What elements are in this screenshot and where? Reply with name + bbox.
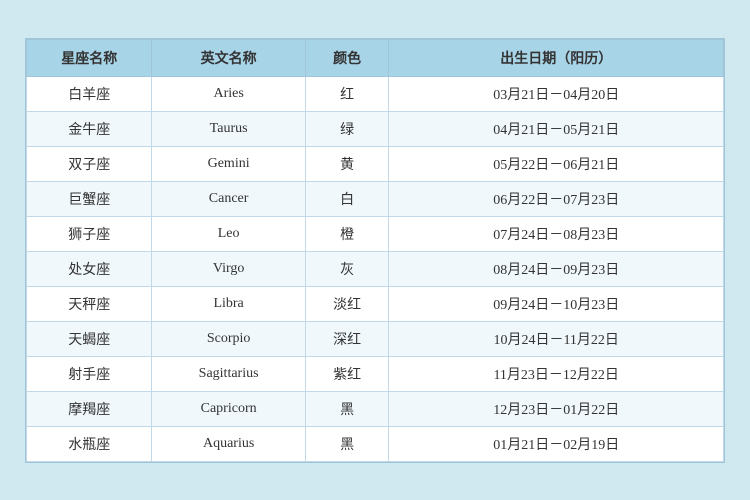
cell-color: 黑 — [305, 391, 389, 426]
table-row: 双子座Gemini黄05月22日－06月21日 — [27, 146, 724, 181]
cell-date: 01月21日－02月19日 — [389, 426, 724, 461]
cell-color: 黑 — [305, 426, 389, 461]
cell-english: Cancer — [152, 181, 305, 216]
cell-color: 紫红 — [305, 356, 389, 391]
cell-english: Libra — [152, 286, 305, 321]
cell-color: 灰 — [305, 251, 389, 286]
table-row: 巨蟹座Cancer白06月22日－07月23日 — [27, 181, 724, 216]
header-date: 出生日期（阳历） — [389, 39, 724, 76]
cell-date: 07月24日－08月23日 — [389, 216, 724, 251]
cell-english: Taurus — [152, 111, 305, 146]
cell-color: 淡红 — [305, 286, 389, 321]
cell-english: Leo — [152, 216, 305, 251]
table-row: 天蝎座Scorpio深红10月24日－11月22日 — [27, 321, 724, 356]
cell-chinese: 双子座 — [27, 146, 152, 181]
header-english: 英文名称 — [152, 39, 305, 76]
cell-color: 橙 — [305, 216, 389, 251]
table-row: 射手座Sagittarius紫红11月23日－12月22日 — [27, 356, 724, 391]
table-row: 金牛座Taurus绿04月21日－05月21日 — [27, 111, 724, 146]
table-row: 摩羯座Capricorn黑12月23日－01月22日 — [27, 391, 724, 426]
cell-color: 红 — [305, 76, 389, 111]
table-row: 狮子座Leo橙07月24日－08月23日 — [27, 216, 724, 251]
cell-date: 03月21日－04月20日 — [389, 76, 724, 111]
table-row: 处女座Virgo灰08月24日－09月23日 — [27, 251, 724, 286]
cell-chinese: 天秤座 — [27, 286, 152, 321]
cell-english: Aquarius — [152, 426, 305, 461]
cell-date: 10月24日－11月22日 — [389, 321, 724, 356]
cell-date: 09月24日－10月23日 — [389, 286, 724, 321]
table-row: 水瓶座Aquarius黑01月21日－02月19日 — [27, 426, 724, 461]
cell-date: 05月22日－06月21日 — [389, 146, 724, 181]
cell-english: Virgo — [152, 251, 305, 286]
cell-chinese: 摩羯座 — [27, 391, 152, 426]
cell-chinese: 射手座 — [27, 356, 152, 391]
cell-english: Sagittarius — [152, 356, 305, 391]
cell-color: 深红 — [305, 321, 389, 356]
cell-chinese: 处女座 — [27, 251, 152, 286]
cell-english: Capricorn — [152, 391, 305, 426]
cell-english: Aries — [152, 76, 305, 111]
cell-chinese: 水瓶座 — [27, 426, 152, 461]
table-body: 白羊座Aries红03月21日－04月20日金牛座Taurus绿04月21日－0… — [27, 76, 724, 461]
cell-date: 11月23日－12月22日 — [389, 356, 724, 391]
zodiac-table-container: 星座名称 英文名称 颜色 出生日期（阳历） 白羊座Aries红03月21日－04… — [25, 38, 725, 463]
cell-color: 白 — [305, 181, 389, 216]
cell-chinese: 巨蟹座 — [27, 181, 152, 216]
cell-date: 08月24日－09月23日 — [389, 251, 724, 286]
table-row: 白羊座Aries红03月21日－04月20日 — [27, 76, 724, 111]
cell-chinese: 天蝎座 — [27, 321, 152, 356]
table-header-row: 星座名称 英文名称 颜色 出生日期（阳历） — [27, 39, 724, 76]
cell-chinese: 金牛座 — [27, 111, 152, 146]
cell-date: 04月21日－05月21日 — [389, 111, 724, 146]
zodiac-table: 星座名称 英文名称 颜色 出生日期（阳历） 白羊座Aries红03月21日－04… — [26, 39, 724, 462]
cell-date: 06月22日－07月23日 — [389, 181, 724, 216]
cell-chinese: 狮子座 — [27, 216, 152, 251]
header-chinese: 星座名称 — [27, 39, 152, 76]
cell-chinese: 白羊座 — [27, 76, 152, 111]
cell-english: Scorpio — [152, 321, 305, 356]
header-color: 颜色 — [305, 39, 389, 76]
cell-date: 12月23日－01月22日 — [389, 391, 724, 426]
table-row: 天秤座Libra淡红09月24日－10月23日 — [27, 286, 724, 321]
cell-color: 绿 — [305, 111, 389, 146]
cell-english: Gemini — [152, 146, 305, 181]
cell-color: 黄 — [305, 146, 389, 181]
